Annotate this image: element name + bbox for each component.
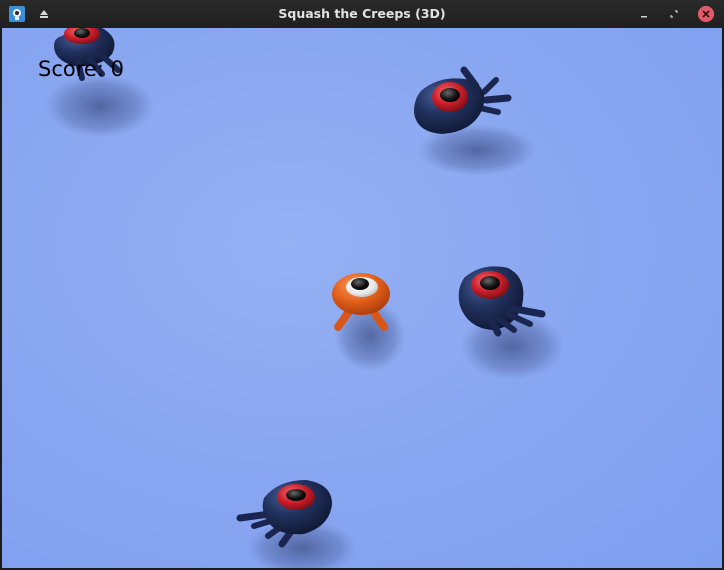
mob-creep-upper-right — [414, 66, 537, 176]
minimize-icon[interactable] — [636, 6, 652, 22]
game-viewport[interactable]: Score: 0 — [2, 28, 722, 568]
close-icon[interactable] — [698, 6, 714, 22]
mob-creep-bottom — [236, 480, 357, 568]
player-character — [332, 273, 406, 372]
restore-icon[interactable] — [666, 6, 682, 22]
game-scene — [45, 28, 564, 568]
mob-creep-top-left — [45, 28, 155, 138]
title-bar[interactable]: Squash the Creeps (3D) — [0, 0, 724, 29]
game-window: Squash the Creeps (3D) Score: 0 — [0, 0, 724, 570]
window-title: Squash the Creeps (3D) — [278, 6, 446, 21]
score-label: Score: 0 — [38, 57, 124, 81]
mob-creep-right — [458, 266, 564, 380]
